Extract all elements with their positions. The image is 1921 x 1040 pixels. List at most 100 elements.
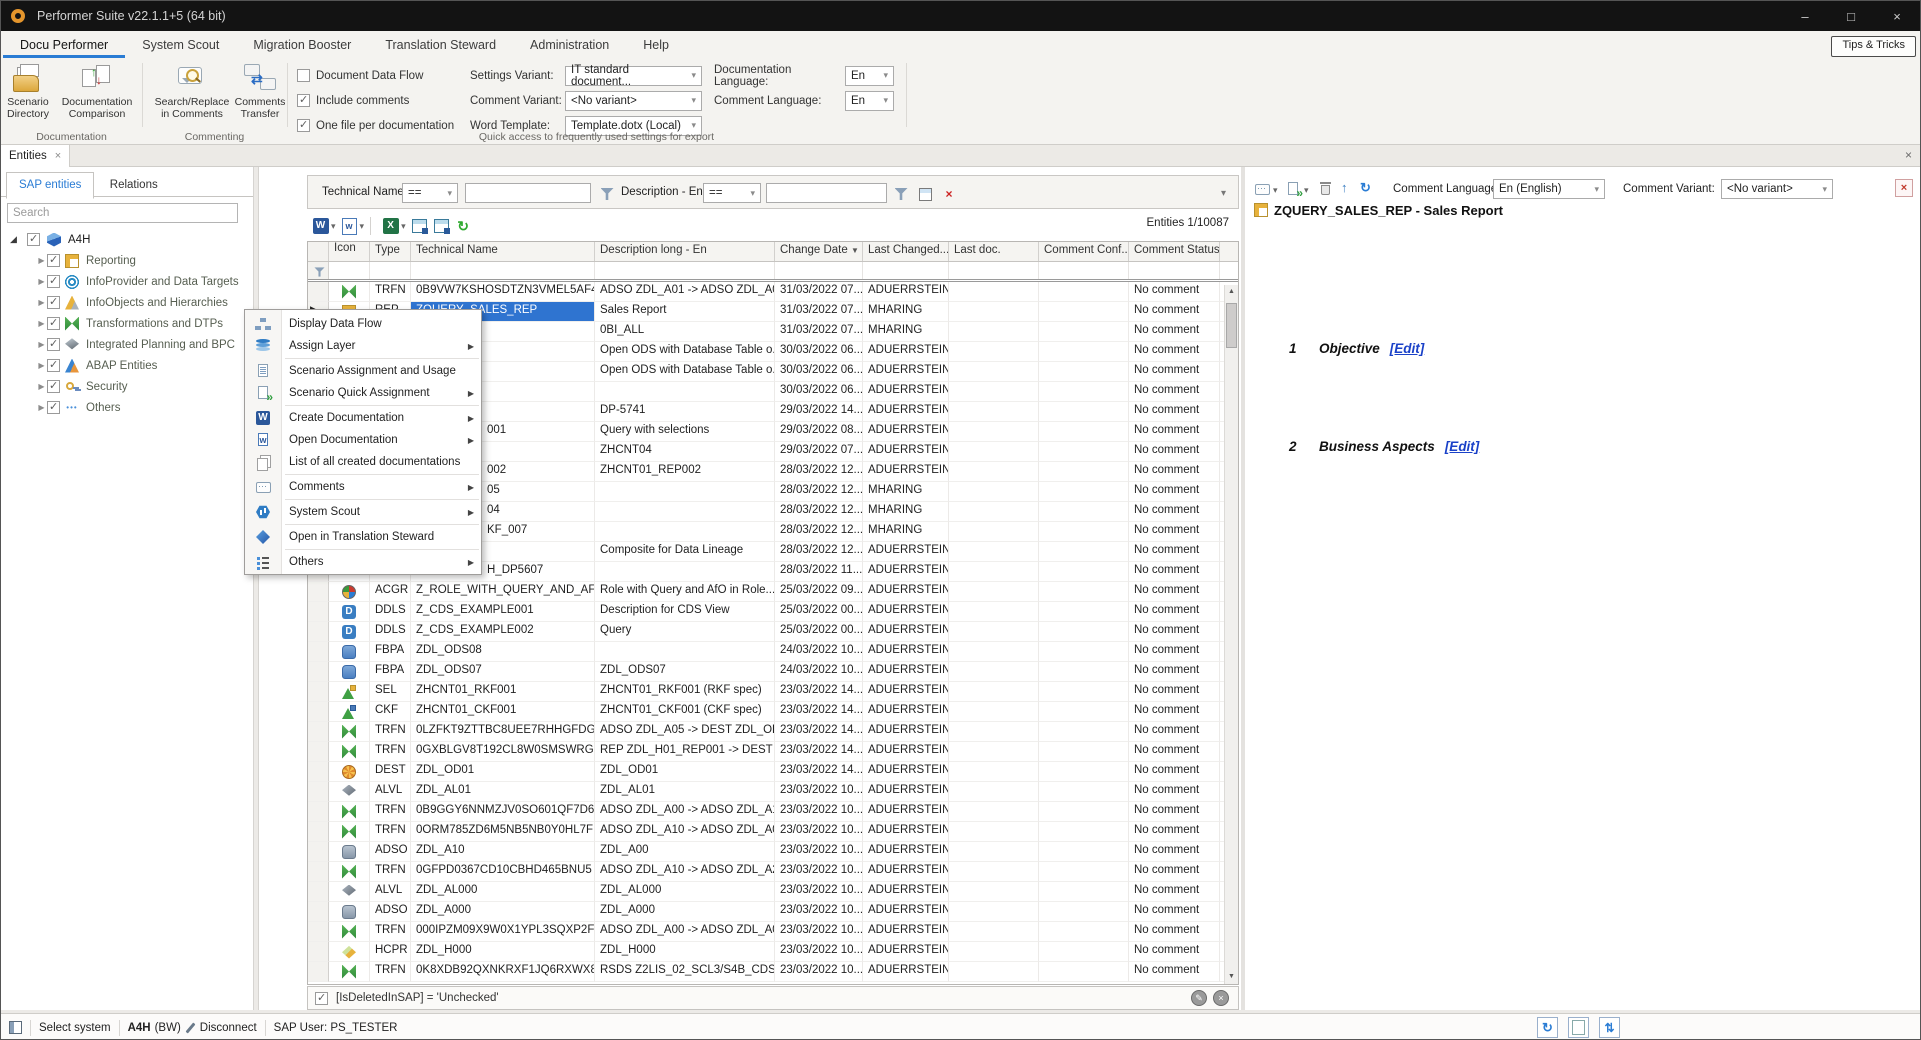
cell-technical-name[interactable]: 0GFPD0367CD10CBHD465BNU5 [411,862,595,882]
table-row[interactable]: ▶ TRFN 0GFPD0367CD10CBHD465BNU5 ADSO ZDL… [308,862,1238,882]
expander-icon[interactable]: ▶ [37,361,46,370]
table-row[interactable]: ▶ ADSO ZDL_A10 ZDL_A00 23/03/2022 10... … [308,842,1238,862]
checkbox[interactable] [47,254,60,267]
table-row[interactable]: ▶ ADSO ZDL_A000 ZDL_A000 23/03/2022 10..… [308,902,1238,922]
language-dropdown[interactable]: En [845,66,894,86]
panel-layout-icon[interactable] [9,1021,22,1034]
cell-technical-name[interactable]: ZDL_ODS07 [411,662,595,682]
checkbox[interactable] [297,94,310,107]
create-word-doc-button[interactable]: W [312,218,329,235]
language-dropdown[interactable]: En [845,91,894,111]
cell-technical-name[interactable]: ZDL_OD01 [411,762,595,782]
ribbon-tab[interactable]: System Scout [125,33,236,58]
field-dropdown[interactable]: IT standard document... [565,66,702,86]
checkbox[interactable] [47,359,60,372]
close-filter-circle-icon[interactable]: × [1213,990,1229,1006]
footer-filter-checkbox[interactable] [315,992,328,1005]
close-panel-icon[interactable]: × [1895,179,1913,197]
cell-technical-name[interactable]: Z_CDS_EXAMPLE002 [411,622,595,642]
open-word-doc-button[interactable]: w [341,218,358,235]
column-header-comment-status[interactable]: Comment Status [1129,242,1220,261]
scroll-up-icon[interactable]: ▲ [1225,285,1238,299]
search-input[interactable] [7,203,238,223]
menu-item[interactable]: Scenario Assignment and Usage ▶ [245,360,481,382]
column-header-technical-name[interactable]: Technical Name [411,242,595,261]
ribbon-tab[interactable]: Translation Steward [368,33,513,58]
menu-item[interactable]: Display Data Flow ▶ [245,313,481,335]
refresh-button[interactable]: ↻ [455,218,472,235]
cell-technical-name[interactable]: ZDL_A10 [411,842,595,862]
apply-filter-icon[interactable] [890,183,912,205]
checkbox[interactable] [47,317,60,330]
scrollbar-thumb[interactable] [1226,303,1237,348]
comments-transfer-button[interactable]: ⇄ Comments Transfer [234,63,286,131]
sidebar-tab[interactable]: Relations [98,173,170,198]
tree-item[interactable]: ▶ InfoProvider and Data Targets [1,271,253,292]
grid-auto-filter-row[interactable] [308,262,1238,282]
tab-close-icon[interactable]: × [55,150,61,162]
cell-technical-name[interactable]: ZDL_AL000 [411,882,595,902]
edit-business-aspects-link[interactable]: [Edit] [1445,439,1480,454]
tree-root-a4h[interactable]: ◢ A4H [1,229,253,250]
menu-item[interactable]: Open in Translation Steward ▶ [245,526,481,548]
checkbox[interactable] [47,275,60,288]
filter-op1-dropdown[interactable]: == [402,183,458,203]
cell-technical-name[interactable]: 0GXBLGV8T192CL8W0SMSWRGF [411,742,595,762]
tree-item[interactable]: ▶ Others [1,397,253,418]
tree-item[interactable]: ▶ Integrated Planning and BPC [1,334,253,355]
table-row[interactable]: ▶ DDLS Z_CDS_EXAMPLE002 Query 25/03/2022… [308,622,1238,642]
filter-value1-input[interactable] [465,183,591,203]
pin-layout-button[interactable]: ⇅ [1599,1017,1620,1038]
ribbon-tab[interactable]: Migration Booster [236,33,368,58]
delete-comment-icon[interactable] [1318,181,1334,197]
load-grid-layout-button[interactable] [433,218,450,235]
table-row[interactable]: ▶ TRFN 0K8XDB92QXNKRXF1JQ6RXWX8 RSDS Z2L… [308,962,1238,982]
comment-language-dropdown[interactable]: En (English) [1493,179,1605,199]
edit-filter-icon[interactable] [596,183,618,205]
column-header-description[interactable]: Description long - En [595,242,775,261]
connection-pen-icon[interactable] [185,1022,195,1033]
export-checkbox-row[interactable]: Document Data Flow [297,63,454,88]
menu-item[interactable]: Create Documentation ▶ [245,407,481,429]
expander-open-icon[interactable]: ◢ [9,234,18,245]
table-row[interactable]: ▶ ALVL ZDL_AL01 ZDL_AL01 23/03/2022 10..… [308,782,1238,802]
scroll-down-icon[interactable]: ▼ [1225,970,1238,984]
table-row[interactable]: ▶ ACGR Z_ROLE_WITH_QUERY_AND_AF Role wit… [308,582,1238,602]
sidebar-tab[interactable]: SAP entities [6,172,94,199]
clear-filter-icon[interactable]: × [938,183,960,205]
table-row[interactable]: ▶ CKF ZHCNT01_CKF001 ZHCNT01_CKF001 (CKF… [308,702,1238,722]
cell-technical-name[interactable]: ZHCNT01_RKF001 [411,682,595,702]
tree-item[interactable]: ▶ Security [1,376,253,397]
menu-item[interactable]: System Scout ▶ [245,501,481,523]
column-header-comment-conf[interactable]: Comment Conf... [1039,242,1129,261]
minimize-button[interactable]: – [1782,1,1828,31]
dropdown-arrow-icon[interactable]: ▾ [331,221,336,232]
edit-filter-circle-icon[interactable]: ✎ [1191,990,1207,1006]
cell-technical-name[interactable]: 0K8XDB92QXNKRXF1JQ6RXWX8 [411,962,595,982]
dropdown-arrow-icon[interactable]: ▾ [360,221,365,232]
checkbox[interactable] [297,69,310,82]
vertical-scrollbar[interactable]: ▲ ▼ [1224,285,1238,984]
excel-export-button[interactable]: X [382,218,399,235]
dropdown-arrow-icon[interactable]: ▾ [1304,185,1309,196]
table-row[interactable]: ▶ SEL ZHCNT01_RKF001 ZHCNT01_RKF001 (RKF… [308,682,1238,702]
table-row[interactable]: ▶ ALVL ZDL_AL000 ZDL_AL000 23/03/2022 10… [308,882,1238,902]
ribbon-tab[interactable]: Administration [513,33,626,58]
table-row[interactable]: ▶ TRFN 0ORM785ZD6M5NB5NB0Y0HL7F ADSO ZDL… [308,822,1238,842]
table-row[interactable]: ▶ HCPR ZDL_H000 ZDL_H000 23/03/2022 10..… [308,942,1238,962]
table-row[interactable]: ▶ FBPA ZDL_ODS08 24/03/2022 10... ADUERR… [308,642,1238,662]
filter-preset-dropdown-icon[interactable]: ▾ [1221,188,1226,199]
table-row[interactable]: ▶ DEST ZDL_OD01 ZDL_OD01 23/03/2022 14..… [308,762,1238,782]
cell-technical-name[interactable]: 0B9VW7KSHOSDTZN3VMEL5AF4 [411,282,595,302]
cell-technical-name[interactable]: Z_ROLE_WITH_QUERY_AND_AF [411,582,595,602]
menu-item[interactable]: Assign Layer ▶ [245,335,481,357]
tree-item[interactable]: ▶ InfoObjects and Hierarchies [1,292,253,313]
sync-comment-icon[interactable]: ↻ [1360,180,1371,196]
column-header-type[interactable]: Type [370,242,411,261]
field-dropdown[interactable]: <No variant> [565,91,702,111]
cell-technical-name[interactable]: ZDL_AL01 [411,782,595,802]
table-row[interactable]: ▶ TRFN 0GXBLGV8T192CL8W0SMSWRGF REP ZDL_… [308,742,1238,762]
table-row[interactable]: ▶ TRFN 0B9VW7KSHOSDTZN3VMEL5AF4 ADSO ZDL… [308,282,1238,302]
checkbox[interactable] [27,233,40,246]
column-header-last-changed[interactable]: Last Changed... [863,242,949,261]
